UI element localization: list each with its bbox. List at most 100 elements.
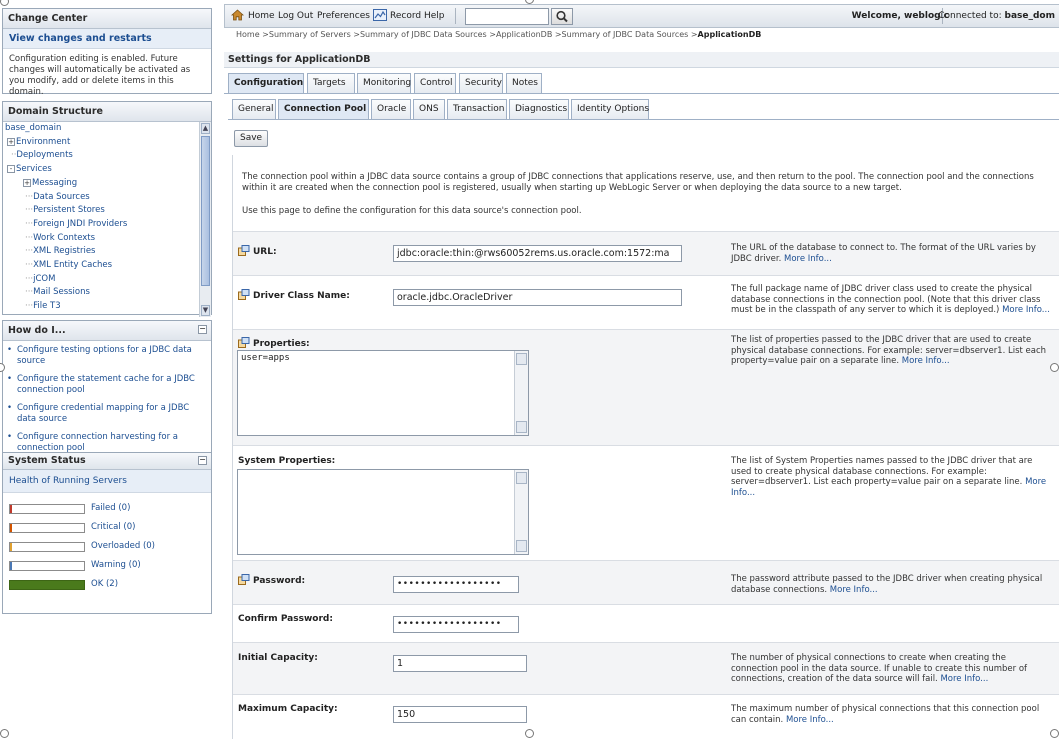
driver-class-input[interactable]: oracle.jdbc.OracleDriver bbox=[393, 289, 682, 306]
tree-item-mail-sessions[interactable]: ···Mail Sessions bbox=[25, 286, 90, 300]
how-do-i-link[interactable]: Configure testing options for a JDBC dat… bbox=[7, 345, 207, 367]
system-properties-textarea[interactable] bbox=[237, 469, 529, 555]
preferences-link[interactable]: Preferences bbox=[317, 11, 370, 21]
tab-configuration[interactable]: Configuration bbox=[228, 73, 304, 93]
tree-item-persistent-stores[interactable]: ···Persistent Stores bbox=[25, 204, 105, 218]
health-label[interactable]: Overloaded (0) bbox=[91, 541, 155, 551]
tab-monitoring[interactable]: Monitoring bbox=[357, 73, 411, 93]
tab-divider bbox=[228, 119, 1059, 120]
initial-capacity-row: Initial Capacity: 1 The number of physic… bbox=[233, 642, 1059, 694]
initial-capacity-input[interactable]: 1 bbox=[393, 655, 527, 672]
expand-icon[interactable]: + bbox=[7, 137, 15, 146]
collapse-icon[interactable]: - bbox=[7, 165, 15, 174]
tab-control[interactable]: Control bbox=[414, 73, 456, 93]
confirm-password-label: Confirm Password: bbox=[238, 614, 333, 624]
tree-item-jcom[interactable]: ···jCOM bbox=[25, 273, 55, 287]
how-do-i-list: Configure testing options for a JDBC dat… bbox=[3, 341, 211, 454]
more-info-link[interactable]: More Info... bbox=[940, 674, 988, 684]
breadcrumb[interactable]: Home >Summary of Servers >Summary of JDB… bbox=[236, 30, 761, 39]
health-subtitle: Health of Running Servers bbox=[3, 470, 211, 493]
maximum-capacity-input[interactable]: 150 bbox=[393, 706, 527, 723]
more-info-link[interactable]: More Info... bbox=[786, 715, 834, 725]
scroll-down-icon[interactable]: ▼ bbox=[201, 305, 210, 316]
how-do-i-link[interactable]: Configure the statement cache for a JDBC… bbox=[7, 374, 207, 396]
properties-row: Properties: user=apps The list of proper… bbox=[233, 329, 1059, 445]
initial-capacity-label: Initial Capacity: bbox=[238, 653, 318, 663]
tree-item-xml-entity-caches[interactable]: ···XML Entity Caches bbox=[25, 259, 112, 273]
tree-item-deployments[interactable]: ··Deployments bbox=[11, 149, 73, 163]
health-label[interactable]: Critical (0) bbox=[91, 522, 135, 532]
search-button[interactable] bbox=[551, 8, 573, 25]
more-info-link[interactable]: More Info... bbox=[902, 356, 950, 366]
driver-label: Driver Class Name: bbox=[238, 289, 350, 301]
tab-ons[interactable]: ONS bbox=[413, 99, 445, 119]
tab-diagnostics[interactable]: Diagnostics bbox=[509, 99, 569, 119]
tab-general[interactable]: General bbox=[232, 99, 276, 119]
left-column: Change Center View changes and restarts … bbox=[0, 0, 214, 739]
save-button[interactable]: Save bbox=[234, 130, 269, 147]
textarea-scrollbar[interactable] bbox=[514, 470, 528, 554]
confirm-password-row: Confirm Password: •••••••••••••••••• bbox=[233, 604, 1059, 642]
resize-handle[interactable] bbox=[1050, 729, 1059, 738]
health-row-ok: OK (2) bbox=[3, 575, 211, 594]
scroll-up-icon[interactable] bbox=[516, 353, 527, 365]
scroll-down-icon[interactable] bbox=[516, 540, 527, 552]
tree-item-foreign-jndi[interactable]: ···Foreign JNDI Providers bbox=[25, 218, 127, 232]
resize-handle[interactable] bbox=[1050, 363, 1059, 372]
tree-item-environment[interactable]: + Environment bbox=[7, 136, 70, 150]
tab-notes[interactable]: Notes bbox=[506, 73, 542, 93]
home-link[interactable]: Home bbox=[248, 11, 275, 21]
confirm-password-input[interactable]: •••••••••••••••••• bbox=[393, 616, 519, 633]
tree-item-data-sources[interactable]: ···Data Sources bbox=[25, 191, 90, 205]
logout-link[interactable]: Log Out bbox=[278, 11, 313, 21]
more-info-link[interactable]: More Info... bbox=[784, 254, 832, 264]
properties-textarea[interactable]: user=apps bbox=[237, 350, 529, 436]
tab-identity-options[interactable]: Identity Options bbox=[571, 99, 649, 119]
tree-item-xml-registries[interactable]: ···XML Registries bbox=[25, 245, 96, 259]
view-changes-link[interactable]: View changes and restarts bbox=[3, 29, 211, 49]
scroll-up-icon[interactable]: ▲ bbox=[201, 123, 210, 134]
tree-scrollbar[interactable]: ▲ ▼ bbox=[199, 122, 211, 317]
welcome-text: Welcome, weblogic bbox=[851, 11, 949, 21]
tree-item-base-domain[interactable]: base_domain bbox=[5, 122, 61, 136]
password-input[interactable]: •••••••••••••••••• bbox=[393, 576, 519, 593]
url-input[interactable]: jdbc:oracle:thin:@rws60052rems.us.oracle… bbox=[393, 245, 682, 262]
resize-handle[interactable] bbox=[0, 729, 9, 738]
tree-item-messaging[interactable]: + Messaging bbox=[23, 177, 77, 191]
health-label[interactable]: Warning (0) bbox=[91, 560, 141, 570]
expand-icon[interactable]: + bbox=[23, 178, 31, 187]
how-do-i-title: How do I... − bbox=[3, 321, 211, 341]
collapse-icon[interactable]: − bbox=[198, 325, 207, 334]
help-link[interactable]: Help bbox=[424, 11, 445, 21]
record-link[interactable]: Record bbox=[390, 11, 421, 21]
tab-connection-pool[interactable]: Connection Pool bbox=[278, 99, 369, 119]
tree-item-work-contexts[interactable]: ···Work Contexts bbox=[25, 232, 95, 246]
collapse-icon[interactable]: − bbox=[198, 456, 207, 465]
health-label[interactable]: OK (2) bbox=[91, 579, 118, 589]
how-do-i-link[interactable]: Configure connection harvesting for a co… bbox=[7, 432, 207, 454]
record-icon[interactable] bbox=[373, 9, 387, 24]
intro-paragraph: The connection pool within a JDBC data s… bbox=[242, 172, 1034, 193]
more-info-link[interactable]: More Info... bbox=[1002, 305, 1050, 315]
textarea-scrollbar[interactable] bbox=[514, 351, 528, 435]
maximum-capacity-help: The maximum number of physical connectio… bbox=[731, 704, 1040, 725]
how-do-i-link[interactable]: Configure credential mapping for a JDBC … bbox=[7, 403, 207, 425]
tab-transaction[interactable]: Transaction bbox=[447, 99, 507, 119]
home-icon[interactable] bbox=[230, 9, 245, 24]
health-label[interactable]: Failed (0) bbox=[91, 503, 130, 513]
tree-item-file-t3[interactable]: ···File T3 bbox=[25, 300, 61, 314]
how-do-i-panel: How do I...− Configure testing options f… bbox=[2, 320, 212, 462]
resize-handle[interactable] bbox=[525, 729, 534, 738]
field-config-icon bbox=[238, 289, 250, 300]
tab-oracle[interactable]: Oracle bbox=[371, 99, 411, 119]
tab-security[interactable]: Security bbox=[459, 73, 503, 93]
domain-structure-panel: Domain Structure base_domain + Environmen… bbox=[2, 101, 212, 317]
tab-targets[interactable]: Targets bbox=[307, 73, 355, 93]
search-input[interactable] bbox=[465, 8, 549, 25]
more-info-link[interactable]: More Info... bbox=[830, 585, 878, 595]
page-title: Settings for ApplicationDB bbox=[224, 52, 1059, 68]
scroll-down-icon[interactable] bbox=[516, 421, 527, 433]
tree-item-services[interactable]: - Services bbox=[7, 163, 52, 177]
scroll-up-icon[interactable] bbox=[516, 472, 527, 484]
scroll-thumb[interactable] bbox=[201, 136, 210, 286]
